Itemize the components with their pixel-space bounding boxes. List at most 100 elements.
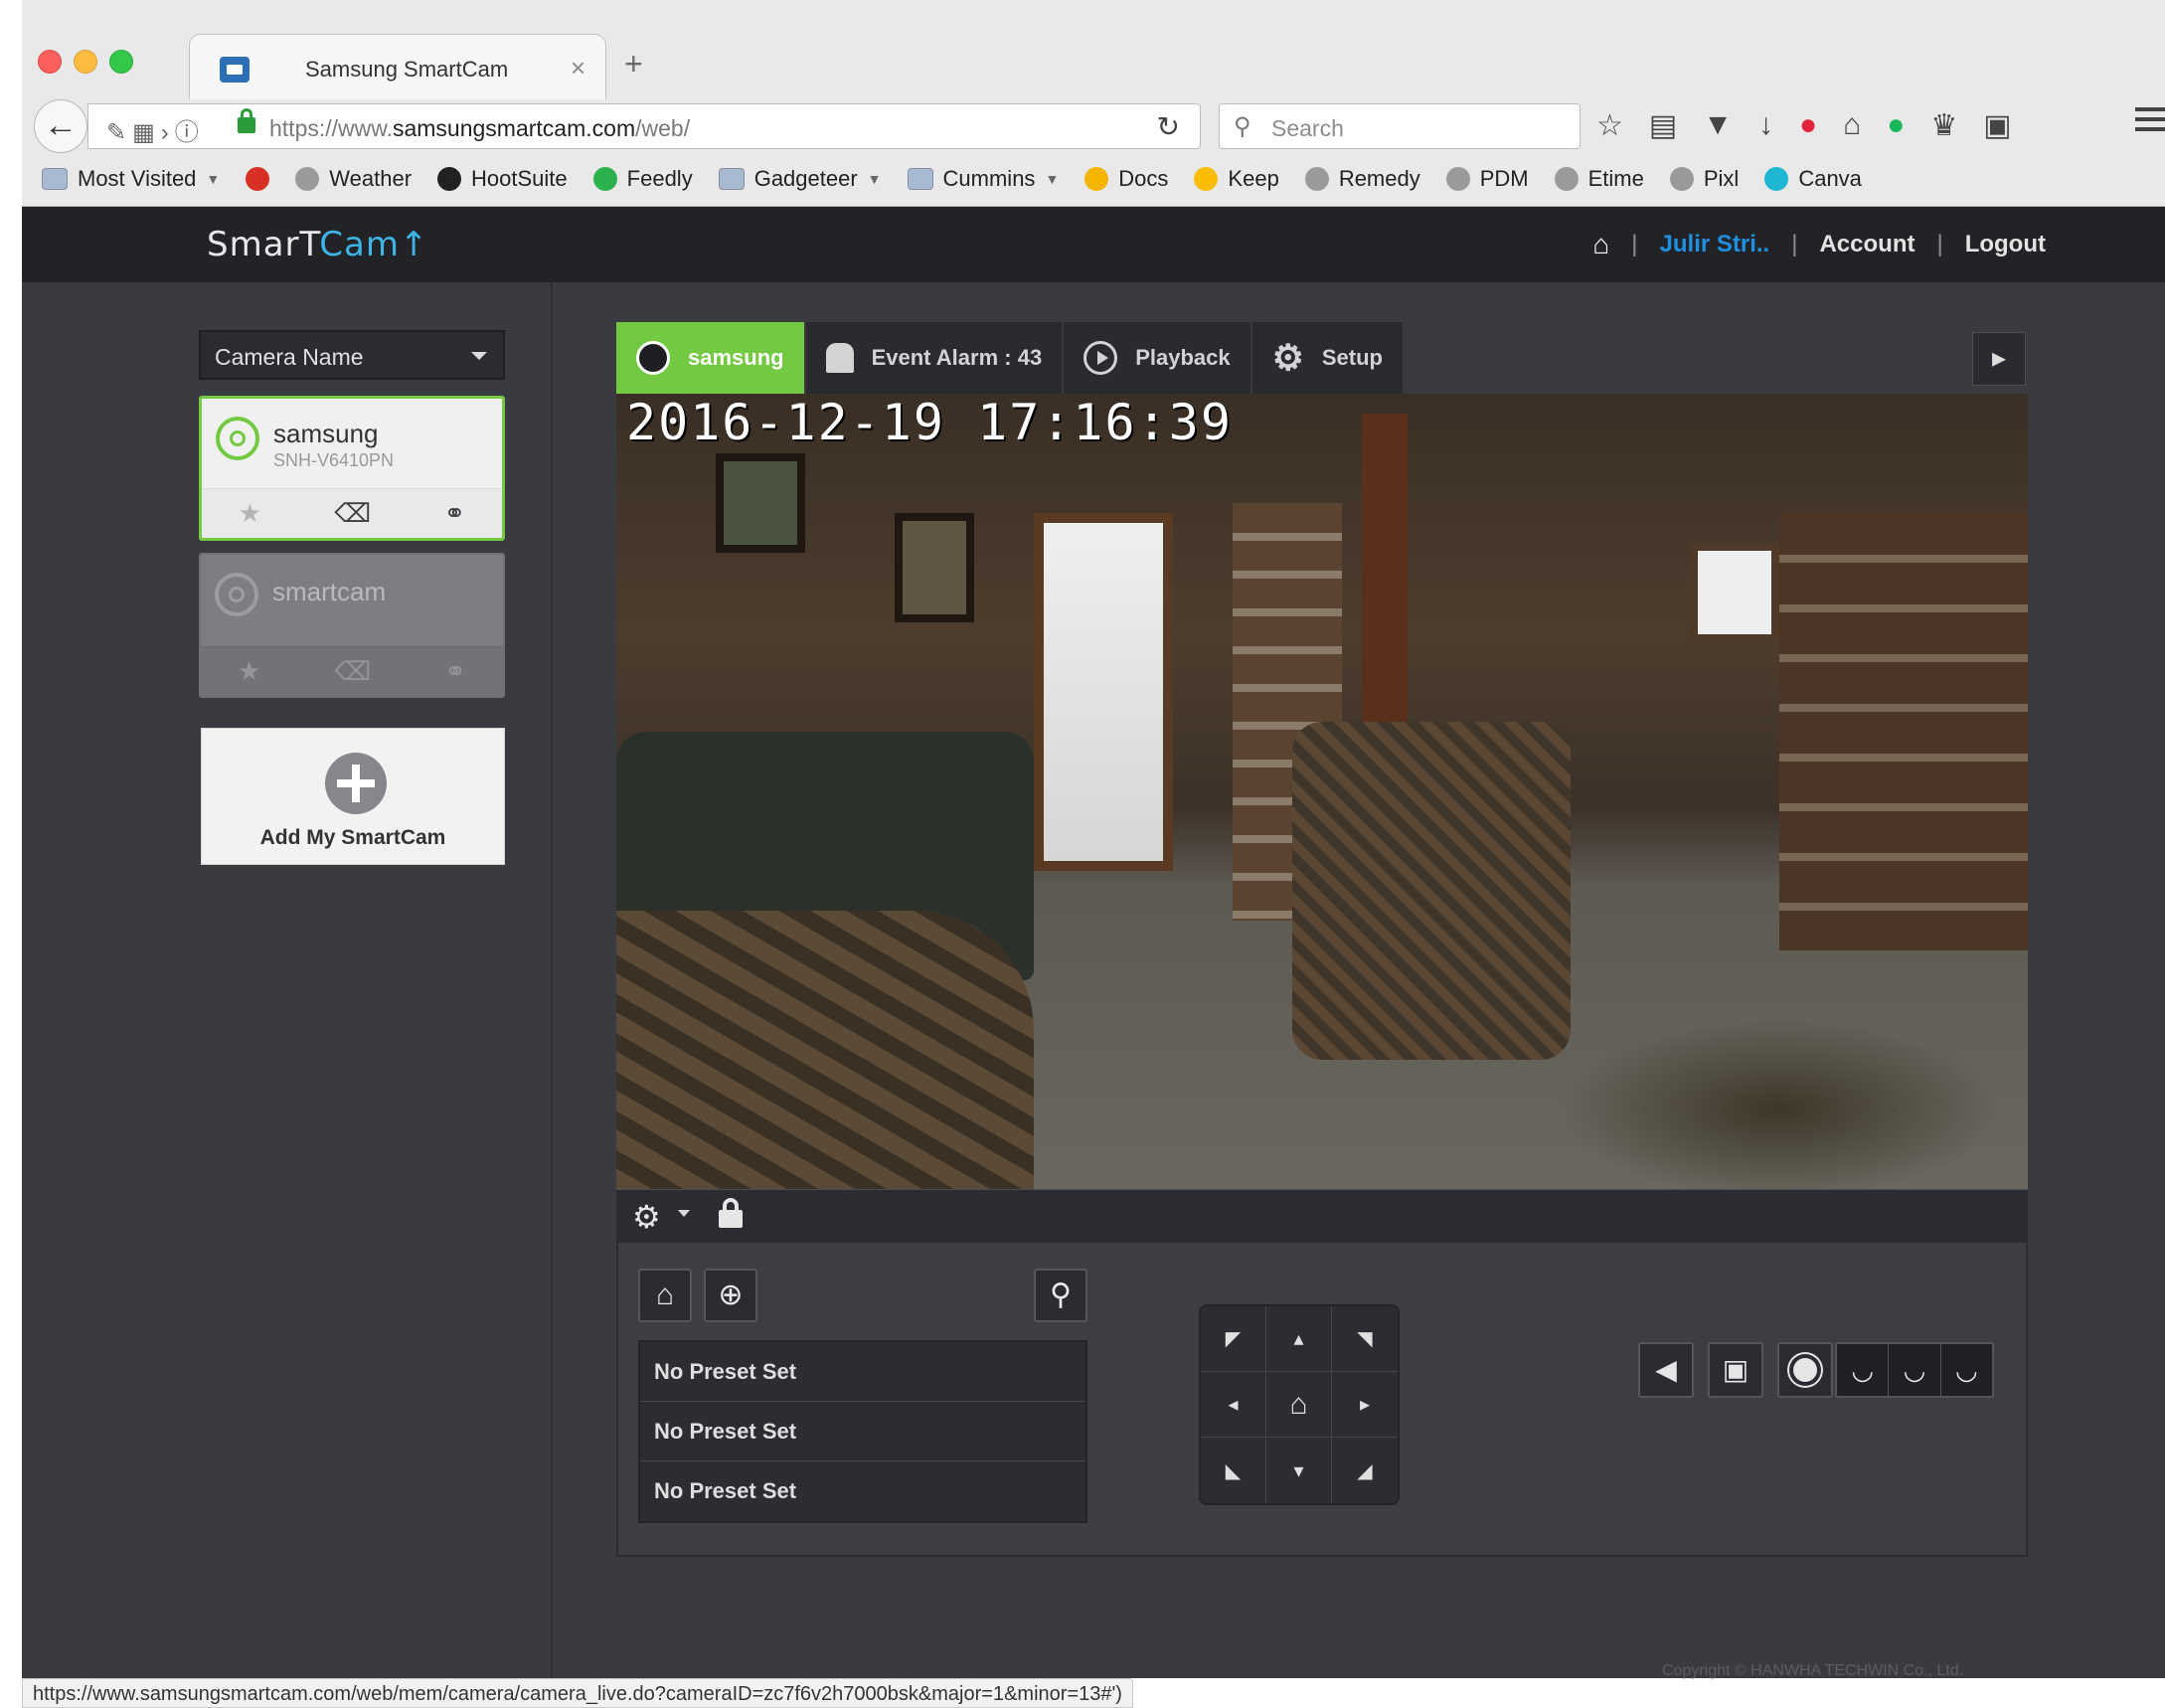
chevron-down-icon: ▼: [1045, 171, 1060, 187]
logout-link[interactable]: Logout: [1965, 231, 2046, 258]
bookshelf: [1779, 513, 2028, 950]
search-icon: ⚲: [1234, 113, 1251, 140]
menu-icon[interactable]: [2135, 107, 2165, 131]
page-tools-icons[interactable]: ✎▦›ⓘ: [106, 112, 205, 147]
speed-selector: ◡ ◡ ◡: [1835, 1342, 1994, 1398]
globe-icon: [1669, 167, 1694, 191]
app-header: SmarTCam↑ ⌂ | Julir Stri.. | Account | L…: [22, 207, 2165, 282]
preset-home-button[interactable]: ⌂: [638, 1269, 692, 1322]
pocket-icon[interactable]: ▼: [1703, 108, 1733, 142]
lock-icon[interactable]: [716, 1198, 746, 1228]
bookmark-item[interactable]: PDM: [1445, 166, 1529, 192]
wall-painting: [716, 453, 805, 553]
back-button[interactable]: ←: [34, 99, 87, 153]
preset-list: No Preset Set No Preset Set No Preset Se…: [638, 1340, 1087, 1523]
globe-icon: [1445, 167, 1470, 191]
extension-icon[interactable]: ♛: [1930, 108, 1957, 143]
speed-medium-icon[interactable]: ◡: [1889, 1344, 1941, 1396]
fullscreen-button[interactable]: ▸: [1972, 332, 2026, 386]
bookmark-star-icon[interactable]: ☆: [1596, 108, 1623, 143]
feedly-icon: [592, 167, 617, 191]
home-icon[interactable]: ⌂: [1843, 108, 1861, 142]
speed-fast-icon[interactable]: ◡: [1941, 1344, 1992, 1396]
bookmark-label: Cummins: [942, 166, 1036, 191]
tab-event-alarm[interactable]: Event Alarm : 43: [805, 322, 1063, 394]
settings-gear-icon[interactable]: ⚙: [632, 1198, 661, 1236]
reload-icon[interactable]: ↻: [1157, 110, 1180, 143]
lastpass-icon[interactable]: ●: [1799, 108, 1817, 142]
live-video-feed[interactable]: 2016-12-19 17:16:39: [616, 394, 2028, 1189]
canva-icon: [1764, 167, 1789, 191]
folder-icon: [907, 168, 933, 190]
bookmark-label: Pixl: [1703, 166, 1740, 191]
chevron-down-icon[interactable]: [678, 1210, 690, 1217]
preset-item[interactable]: No Preset Set: [640, 1342, 1085, 1402]
bookmark-item[interactable]: Pixl: [1669, 166, 1740, 192]
bookmark-item[interactable]: Remedy: [1304, 166, 1420, 192]
url-bar[interactable]: ✎▦›ⓘ https://www.samsungsmartcam.com/web…: [87, 103, 1201, 149]
download-icon[interactable]: ↓: [1758, 108, 1773, 142]
zoom-window-button[interactable]: [109, 50, 133, 74]
bookmark-item[interactable]: HootSuite: [437, 166, 568, 192]
search-bar[interactable]: ⚲ Search: [1219, 103, 1581, 149]
user-link[interactable]: Julir Stri..: [1660, 231, 1770, 258]
bookmark-item[interactable]: Keep: [1194, 166, 1279, 192]
toolbar-icons: ☆ ▤ ▼ ↓ ● ⌂ ● ♛ ▣: [1596, 105, 2012, 145]
account-link[interactable]: Account: [1819, 231, 1915, 258]
minimize-window-button[interactable]: [74, 50, 97, 74]
bookmark-item[interactable]: Docs: [1084, 166, 1168, 192]
pan-left-button[interactable]: ◂: [1201, 1372, 1266, 1438]
chevron-down-icon: ▼: [867, 171, 882, 187]
pan-up-left-button[interactable]: ◤: [1201, 1306, 1266, 1372]
preset-search-button[interactable]: ⚲: [1034, 1269, 1087, 1322]
browser-tab[interactable]: Samsung SmartCam ×: [189, 34, 606, 99]
pan-up-button[interactable]: ▴: [1266, 1306, 1332, 1372]
smartcam-logo[interactable]: SmarTCam↑: [207, 225, 429, 264]
main-content: samsung Event Alarm : 43 Playback ⚙ Setu…: [22, 282, 2165, 1679]
crosshair-button[interactable]: ⊕: [704, 1269, 757, 1322]
gears-icon: ⚙: [1271, 337, 1304, 378]
bookmark-item[interactable]: Gadgeteer ▼: [718, 166, 882, 192]
pan-home-button[interactable]: ⌂: [1266, 1372, 1332, 1438]
tab-camera-live[interactable]: samsung: [616, 322, 804, 394]
window: [1690, 543, 1779, 642]
preset-item[interactable]: No Preset Set: [640, 1402, 1085, 1461]
close-tab-icon[interactable]: ×: [571, 53, 585, 84]
reading-list-icon[interactable]: ▤: [1649, 108, 1677, 143]
bookmark-item[interactable]: Most Visited ▼: [42, 166, 220, 192]
wall-picture: [895, 513, 974, 622]
folder-icon: [42, 168, 68, 190]
bookmark-label: Feedly: [626, 166, 693, 191]
drive-icon: [1084, 167, 1109, 191]
speaker-button[interactable]: ◀: [1638, 1342, 1694, 1398]
css-extension-icon[interactable]: ▣: [1983, 108, 2011, 143]
new-tab-button[interactable]: +: [624, 48, 643, 80]
snapshot-camera-button[interactable]: ▣: [1708, 1342, 1763, 1398]
globe-icon: [295, 167, 320, 191]
speed-slow-icon[interactable]: ◡: [1837, 1344, 1890, 1396]
close-window-button[interactable]: [38, 50, 62, 74]
pan-up-right-button[interactable]: ◥: [1332, 1306, 1398, 1372]
bookmark-label: Keep: [1228, 166, 1279, 191]
bookmark-item[interactable]: Feedly: [592, 166, 693, 192]
bookmark-item[interactable]: [246, 167, 270, 191]
url-text: https://www.samsungsmartcam.com/web/: [269, 115, 691, 141]
bookmark-item[interactable]: Canva: [1764, 166, 1862, 192]
grammarly-icon[interactable]: ●: [1887, 108, 1905, 142]
record-button[interactable]: [1777, 1342, 1833, 1398]
camera-icon: [636, 341, 670, 375]
globe-icon: [1554, 167, 1579, 191]
pan-right-button[interactable]: ▸: [1332, 1372, 1398, 1438]
home-icon[interactable]: ⌂: [1592, 229, 1609, 260]
tab-playback[interactable]: Playback: [1064, 322, 1250, 394]
bookmark-item[interactable]: Cummins ▼: [907, 166, 1060, 192]
bookmark-item[interactable]: Weather: [295, 166, 412, 192]
keep-icon: [1194, 167, 1219, 191]
tab-setup[interactable]: ⚙ Setup: [1251, 322, 1403, 394]
preset-item[interactable]: No Preset Set: [640, 1461, 1085, 1521]
pan-down-right-button[interactable]: ◢: [1332, 1438, 1398, 1503]
bookmark-label: Most Visited: [78, 166, 197, 191]
pan-down-left-button[interactable]: ◣: [1201, 1438, 1266, 1503]
pan-down-button[interactable]: ▾: [1266, 1438, 1332, 1503]
bookmark-item[interactable]: Etime: [1554, 166, 1644, 192]
